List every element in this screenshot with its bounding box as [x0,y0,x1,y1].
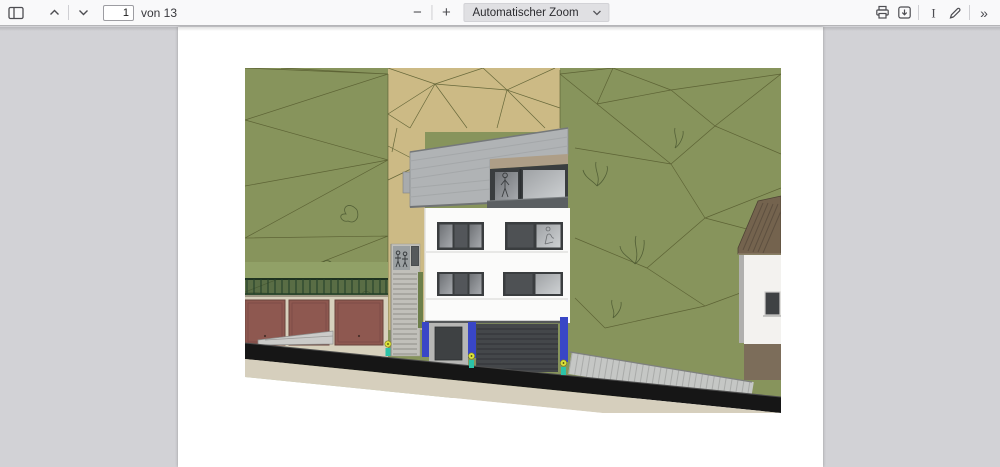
toolbar-right-group: I » [871,0,995,25]
printer-icon [875,5,890,20]
pdf-page[interactable] [178,27,823,467]
toolbar-left-group: von 13 [5,0,177,25]
toolbar-zoom-group: − + Automatischer Zoom [406,0,609,25]
page-number-input[interactable] [103,5,134,21]
main-garage-door [476,324,558,372]
zoom-out-button[interactable]: − [406,2,428,24]
lawn-strip [245,262,388,278]
double-chevron-icon: » [980,5,988,21]
sidebar-toggle-icon [8,6,24,20]
separator [918,5,919,20]
draw-annotation-button[interactable] [944,2,966,24]
plus-icon: + [442,5,451,20]
chevron-down-icon [77,6,90,19]
pdf-viewport[interactable] [0,27,1000,458]
pen-icon [948,6,962,20]
elevation-drawing-container [245,68,781,413]
garage-door-3 [335,300,383,345]
text-cursor-icon: I [927,6,940,20]
zoom-select-label: Automatischer Zoom [472,7,578,19]
separator [68,5,69,20]
sidebar-toggle-button[interactable] [5,2,27,24]
text-annotation-button[interactable]: I [922,2,944,24]
column-blue-right [560,317,568,362]
download-icon [897,5,912,20]
next-page-button[interactable] [72,2,94,24]
previous-page-button[interactable] [43,2,65,24]
chevron-up-icon [48,6,61,19]
more-tools-button[interactable]: » [973,2,995,24]
hedge-strip [418,272,423,328]
svg-text:I: I [931,6,935,20]
zoom-select[interactable]: Automatischer Zoom [463,3,609,22]
elevation-drawing [245,68,781,413]
chevron-down-icon [593,10,602,16]
neighbor-window [765,292,780,315]
save-button[interactable] [893,2,915,24]
column-blue-left [422,322,429,357]
stair-tower [391,244,423,356]
pdf-toolbar: von 13 − + Automatischer Zoom [0,0,1000,26]
minus-icon: − [413,5,422,20]
separator [431,5,432,20]
print-button[interactable] [871,2,893,24]
main-building [403,128,570,372]
neighbor-base [744,344,781,380]
zoom-in-button[interactable]: + [435,2,457,24]
entry-door [435,327,462,360]
separator [969,5,970,20]
page-count-label: von 13 [141,6,177,20]
